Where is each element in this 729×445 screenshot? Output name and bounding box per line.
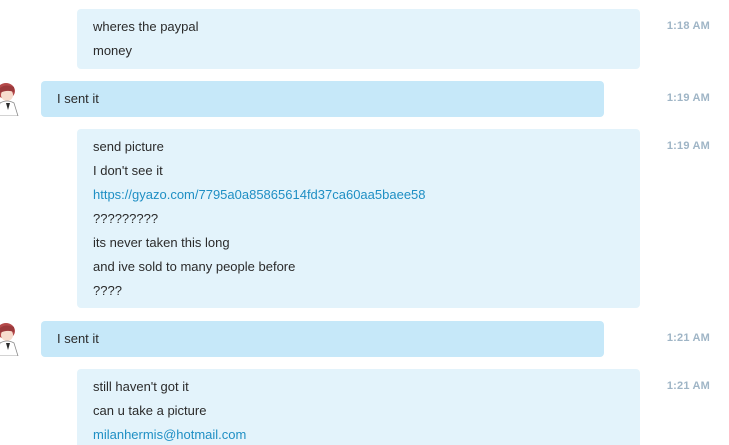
message-timestamp: 1:21 AM xyxy=(666,332,710,344)
message-text: ????????? xyxy=(93,211,159,226)
message-text: money xyxy=(93,43,133,58)
outgoing-message[interactable]: I sent it xyxy=(41,321,604,357)
message-timestamp: 1:21 AM xyxy=(666,380,710,392)
gyazo-link[interactable]: https://gyazo.com/7795a0a85865614fd37ca6… xyxy=(93,183,624,207)
user-avatar-icon[interactable] xyxy=(0,80,20,116)
message-text: and ive sold to many people before xyxy=(93,259,296,274)
message-text: I sent it xyxy=(57,91,99,106)
outgoing-message[interactable]: I sent it xyxy=(41,81,604,117)
message-timestamp: 1:19 AM xyxy=(666,92,710,104)
incoming-message[interactable]: wheres the paypal money xyxy=(77,9,640,69)
incoming-message[interactable]: still haven't got it can u take a pictur… xyxy=(77,369,640,445)
message-text: I sent it xyxy=(57,331,99,346)
message-text: ???? xyxy=(93,283,122,298)
chat-conversation: wheres the paypal money 1:18 AM I sent i… xyxy=(0,0,729,445)
message-timestamp: 1:18 AM xyxy=(666,20,710,32)
email-link[interactable]: milanhermis@hotmail.com xyxy=(93,423,624,445)
message-text: send picture xyxy=(93,139,164,154)
user-avatar-icon[interactable] xyxy=(0,320,20,356)
message-text: I don't see it xyxy=(93,163,163,178)
message-text: still haven't got it xyxy=(93,379,189,394)
message-text: wheres the paypal xyxy=(93,19,199,34)
message-timestamp: 1:19 AM xyxy=(666,140,710,152)
message-text: its never taken this long xyxy=(93,235,230,250)
message-text: can u take a picture xyxy=(93,403,207,418)
incoming-message[interactable]: send picture I don't see it https://gyaz… xyxy=(77,129,640,308)
